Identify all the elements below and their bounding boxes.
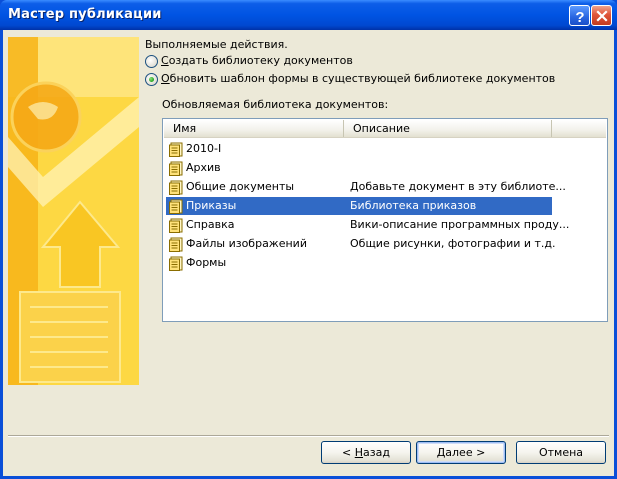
list-header: Имя Описание [164, 120, 606, 138]
document-library-icon [169, 198, 185, 214]
svg-text:?: ? [575, 9, 584, 26]
row-name: Формы [186, 256, 227, 269]
back-button[interactable]: < Назад [321, 441, 411, 464]
create-library-radio[interactable] [145, 55, 158, 68]
close-icon [596, 10, 608, 22]
row-description: Добавьте документ в эту библиоте... [350, 180, 566, 193]
document-library-icon [169, 217, 185, 233]
wizard-banner-image [8, 37, 139, 385]
dialog-body: Выполняемые действия. Создать библиотеку… [3, 30, 614, 476]
row-description: Общие рисунки, фотографии и т.д. [350, 237, 556, 250]
table-row[interactable]: Файлы изображений Общие рисунки, фотограф… [164, 235, 606, 253]
cancel-button[interactable]: Отмена [516, 441, 606, 464]
row-name: Приказы [186, 199, 237, 212]
publishing-illustration-icon [8, 37, 139, 385]
update-template-radio[interactable] [145, 73, 158, 86]
row-description: Вики-описание программных проду... [350, 218, 570, 231]
document-library-icon [169, 141, 185, 157]
table-row[interactable]: Архив [164, 159, 606, 177]
actions-heading: Выполняемые действия. [145, 38, 288, 51]
row-name: 2010-I [186, 142, 222, 155]
window-title: Мастер публикации [8, 7, 162, 22]
help-button[interactable]: ? [569, 5, 590, 26]
table-row[interactable]: Справка Вики-описание программных проду..… [164, 216, 606, 234]
row-name: Общие документы [186, 180, 295, 193]
help-icon: ? [575, 9, 584, 26]
column-header-description[interactable]: Описание [344, 120, 552, 137]
row-name: Справка [186, 218, 235, 231]
library-list-label: Обновляемая библиотека документов: [162, 98, 389, 111]
row-description: Библиотека приказов [350, 199, 477, 212]
table-row[interactable]: Приказы Библиотека приказов [166, 197, 552, 215]
close-button[interactable] [591, 5, 612, 26]
table-row[interactable]: 2010-I [164, 140, 606, 158]
footer-divider [8, 435, 609, 437]
document-library-icon [169, 236, 185, 252]
column-header-name[interactable]: Имя [164, 120, 344, 137]
row-name: Файлы изображений [186, 237, 307, 250]
document-library-icon [169, 255, 185, 271]
document-library-icon [169, 160, 185, 176]
create-library-label[interactable]: Создать библиотеку документов [161, 54, 353, 67]
radio-selected-dot [149, 77, 154, 82]
publishing-wizard-window: Мастер публикации ? Выполняемые действия… [0, 0, 617, 479]
title-bar[interactable]: Мастер публикации ? [0, 0, 617, 30]
update-template-label[interactable]: Обновить шаблон формы в существующей биб… [161, 72, 555, 85]
library-list[interactable]: Имя Описание 2010-I Архив Общие документы Д… [162, 118, 608, 322]
table-row[interactable]: Формы [164, 254, 606, 272]
row-name: Архив [186, 161, 221, 174]
document-library-icon [169, 179, 185, 195]
table-row[interactable]: Общие документы Добавьте документ в эту б… [164, 178, 606, 196]
next-button[interactable]: Далее > [416, 441, 506, 464]
